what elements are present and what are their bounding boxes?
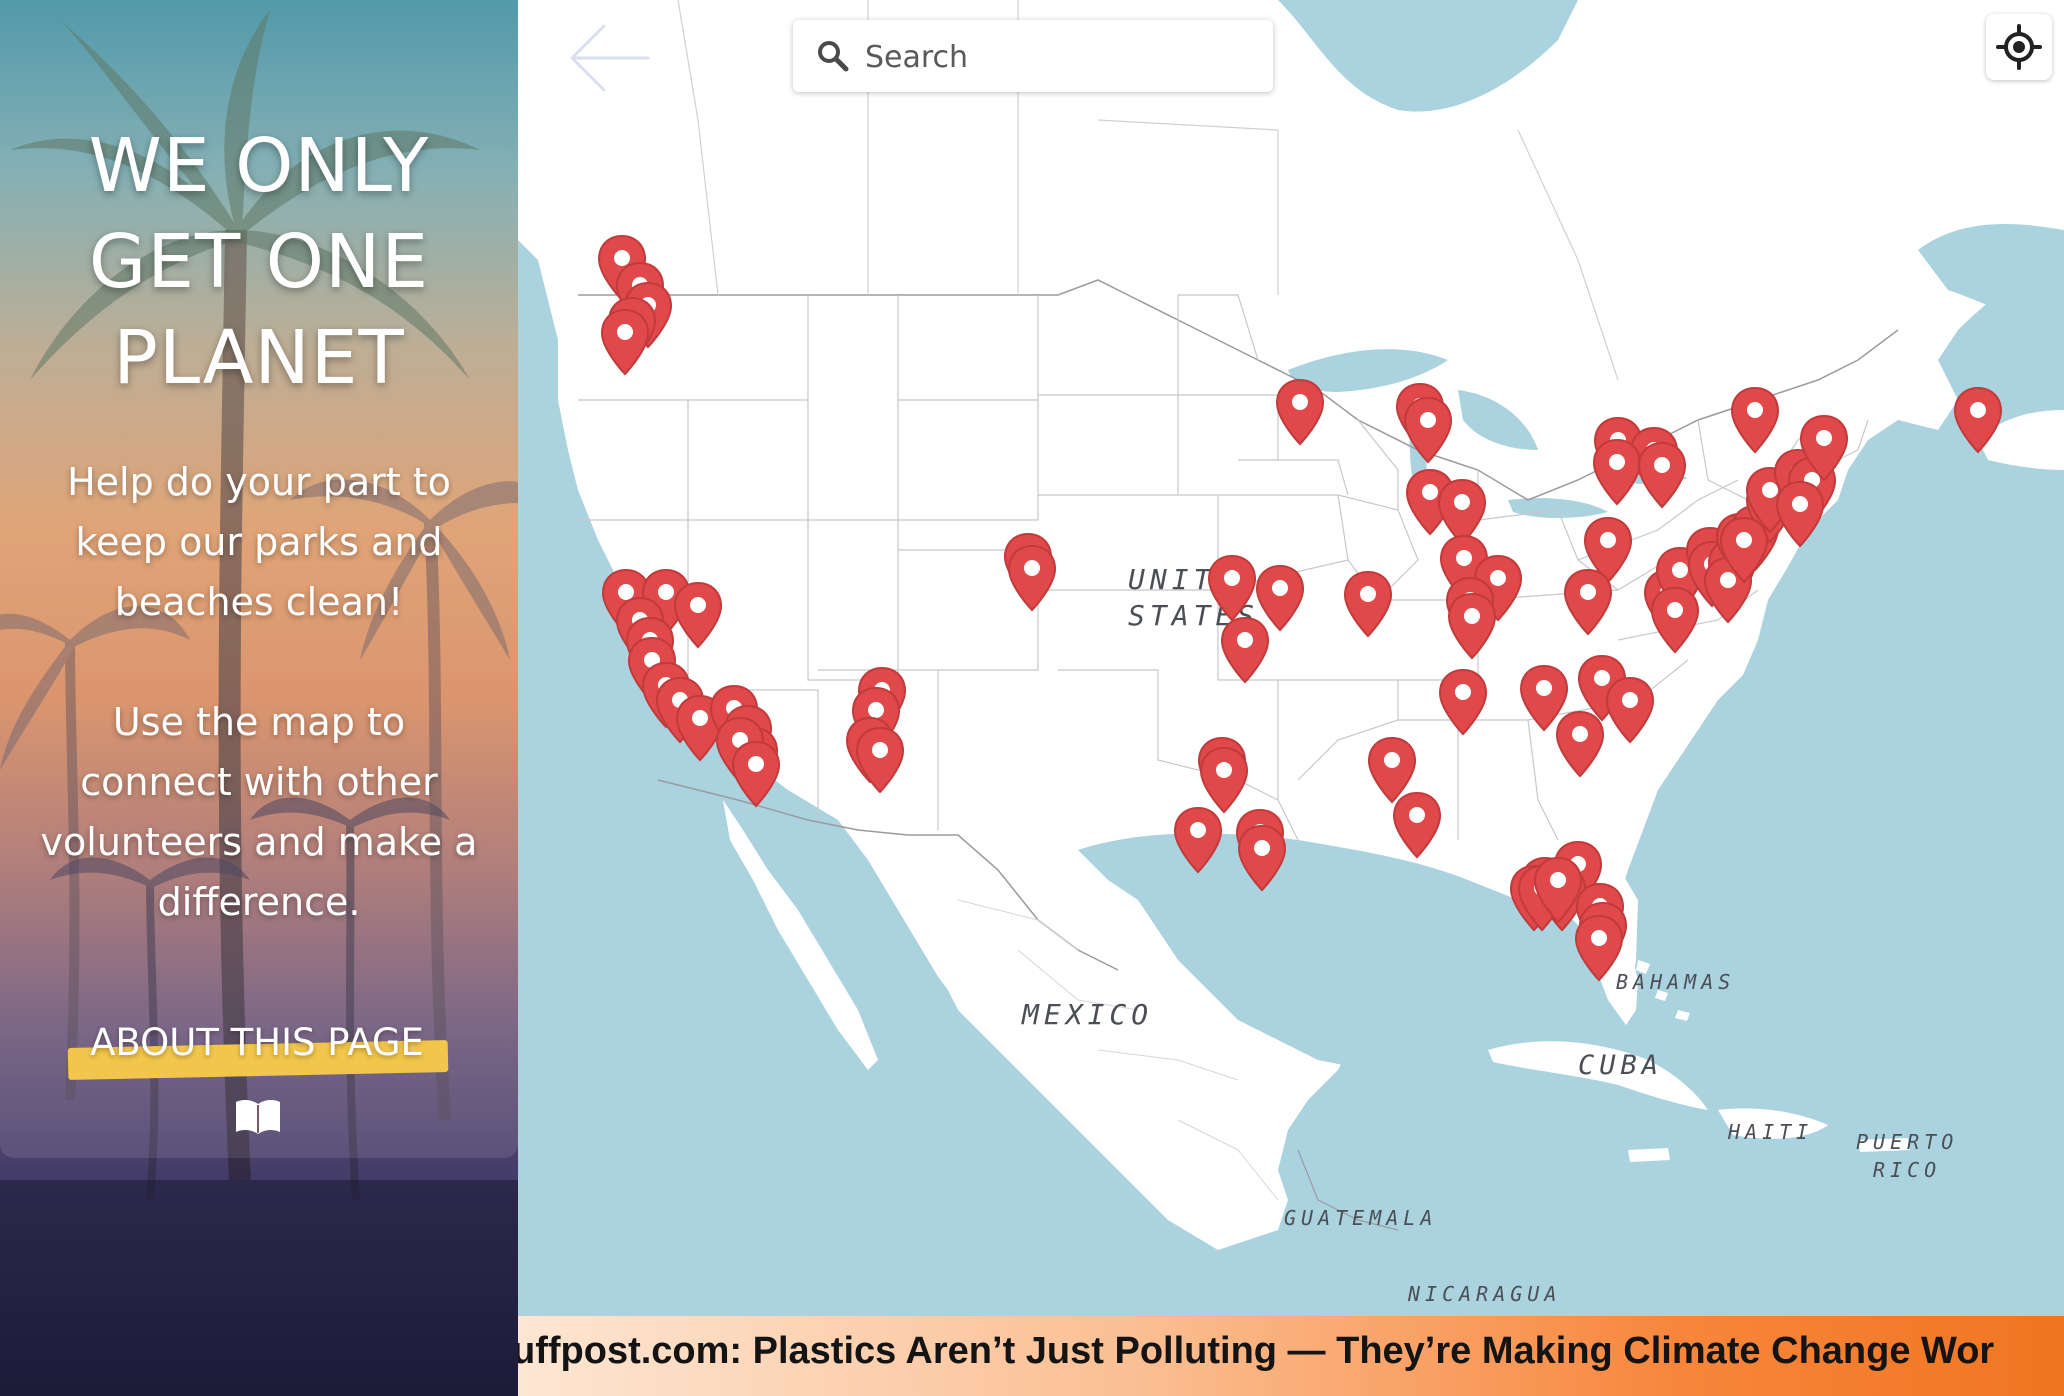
book-icon[interactable] <box>234 1096 282 1136</box>
map-pin-marker[interactable] <box>1729 386 1781 456</box>
map-pin-marker[interactable] <box>1274 378 1326 448</box>
map-pin-marker[interactable] <box>1402 396 1454 466</box>
map-pin-marker[interactable] <box>1636 441 1688 511</box>
label-bahamas: BAHAMAS <box>1616 970 1736 994</box>
map-pin-marker[interactable] <box>1006 544 1058 614</box>
label-nicaragua: NICARAGUA <box>1408 1282 1562 1306</box>
map-pin-marker[interactable] <box>854 726 906 796</box>
map-pin-marker[interactable] <box>672 581 724 651</box>
about-link-label: ABOUT THIS PAGE <box>90 1021 424 1064</box>
search-icon <box>818 41 849 72</box>
intro-text: Help do your part to keep our parks and … <box>67 460 451 624</box>
sidebar: WE ONLY GET ONE PLANET Help do your part… <box>0 0 518 1396</box>
map-pin-marker[interactable] <box>599 308 651 378</box>
map[interactable]: UNITED STATES MEXICO CUBA BAHAMAS HAITI … <box>518 0 2064 1316</box>
map-pin-marker[interactable] <box>1172 806 1224 876</box>
arrow-left-icon[interactable] <box>560 10 656 100</box>
map-pin-marker[interactable] <box>1206 554 1258 624</box>
map-pin-marker[interactable] <box>1952 386 2004 456</box>
search-input[interactable] <box>863 30 1257 84</box>
about-this-page-link[interactable]: ABOUT THIS PAGE <box>66 1018 448 1080</box>
map-pin-marker[interactable] <box>1391 791 1443 861</box>
label-haiti: HAITI <box>1728 1120 1814 1144</box>
instructions-text: Use the map to connect with other volunt… <box>40 700 478 924</box>
news-headline-link[interactable]: uffpost.com: Plastics Aren’t Just Pollut… <box>518 1330 1994 1373</box>
map-pin-marker[interactable] <box>1554 710 1606 780</box>
map-pin-marker[interactable] <box>1219 616 1271 686</box>
crosshair-icon <box>1996 24 2042 70</box>
map-pin-marker[interactable] <box>1342 570 1394 640</box>
label-puerto-rico: PUERTO RICO <box>1856 1130 1959 1182</box>
label-mexico: MEXICO <box>1022 998 1154 1031</box>
map-pin-marker[interactable] <box>1798 414 1850 484</box>
map-pin-marker[interactable] <box>730 740 782 810</box>
map-pin-marker[interactable] <box>1774 480 1826 550</box>
map-pin-marker[interactable] <box>1532 856 1584 926</box>
label-cuba: CUBA <box>1578 1050 1664 1081</box>
map-basemap <box>518 0 2064 1316</box>
page-title: WE ONLY GET ONE PLANET <box>88 123 430 401</box>
map-pin-marker[interactable] <box>1446 592 1498 662</box>
map-pin-marker[interactable] <box>1604 676 1656 746</box>
search-box <box>793 20 1273 92</box>
news-ticker: uffpost.com: Plastics Aren’t Just Pollut… <box>518 1316 2064 1396</box>
label-guatemala: GUATEMALA <box>1284 1206 1438 1230</box>
locate-button[interactable] <box>1986 14 2052 80</box>
map-pin-marker[interactable] <box>1562 568 1614 638</box>
map-pin-marker[interactable] <box>1236 824 1288 894</box>
map-pin-marker[interactable] <box>1437 668 1489 738</box>
